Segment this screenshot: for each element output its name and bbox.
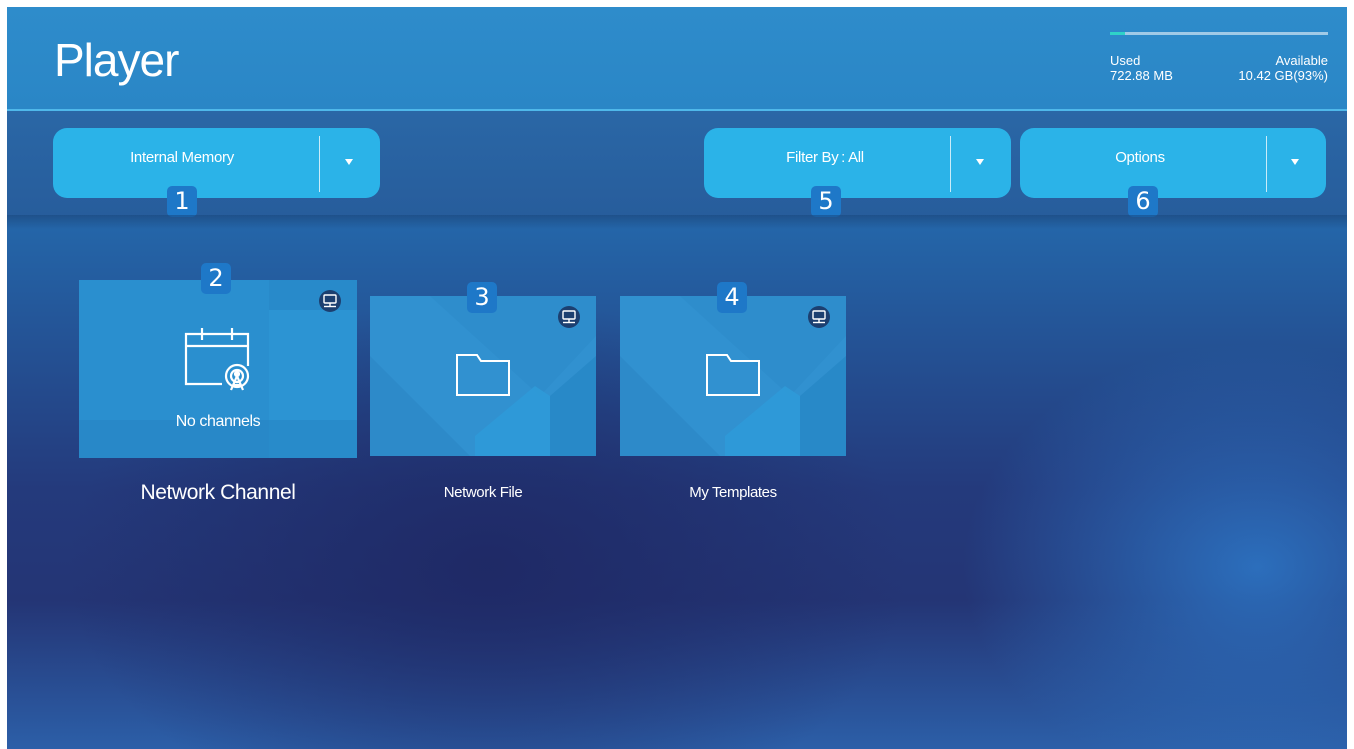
storage-available-value: 10.42 GB(93%) — [1238, 68, 1328, 83]
callout-badge: 2 — [201, 263, 231, 294]
folder-icon — [456, 354, 510, 396]
storage-source-label: Internal Memory — [130, 149, 234, 166]
filter-dropdown[interactable]: Filter By : All — [704, 128, 1011, 198]
storage-source-dropdown[interactable]: Internal Memory — [53, 128, 380, 198]
header-bar: Player Used 722.88 MB Available 10.42 GB… — [7, 7, 1347, 109]
callout-badge: 6 — [1128, 186, 1158, 217]
monitor-network-icon — [319, 290, 341, 312]
callout-badge: 1 — [167, 186, 197, 217]
dropdown-separator — [1266, 136, 1267, 192]
page-title: Player — [54, 34, 179, 86]
calendar-broadcast-icon — [184, 328, 250, 391]
storage-used-value: 722.88 MB — [1110, 68, 1173, 83]
options-label: Options — [1115, 149, 1165, 166]
callout-badge: 3 — [467, 282, 497, 313]
tile-label-network-file: Network File — [443, 484, 523, 501]
callout-badge: 4 — [717, 282, 747, 313]
folder-icon — [706, 354, 760, 396]
tile-network-channel[interactable]: No channels — [79, 280, 357, 458]
monitor-network-icon — [558, 306, 580, 328]
tile-label-my-templates: My Templates — [689, 484, 777, 501]
tile-status-text: No channels — [175, 413, 261, 430]
chevron-down-icon[interactable] — [976, 159, 984, 165]
tile-label-network-channel: Network Channel — [140, 481, 296, 504]
callout-badge: 5 — [811, 186, 841, 217]
monitor-network-icon — [808, 306, 830, 328]
chevron-down-icon[interactable] — [1291, 159, 1299, 165]
filter-label: Filter By : All — [786, 149, 864, 166]
options-dropdown[interactable]: Options — [1020, 128, 1326, 198]
storage-usage-fill — [1110, 32, 1126, 35]
player-screen: Player Used 722.88 MB Available 10.42 GB… — [7, 7, 1347, 749]
chevron-down-icon[interactable] — [345, 159, 353, 165]
storage-usage-bar — [1110, 32, 1328, 35]
dropdown-separator — [319, 136, 320, 192]
storage-available-label: Available — [1275, 53, 1328, 68]
dropdown-separator — [950, 136, 951, 192]
toolbar-shadow — [7, 215, 1347, 229]
storage-used-label: Used — [1110, 53, 1141, 68]
toolbar: Internal Memory Filter By : All Options … — [7, 111, 1347, 217]
